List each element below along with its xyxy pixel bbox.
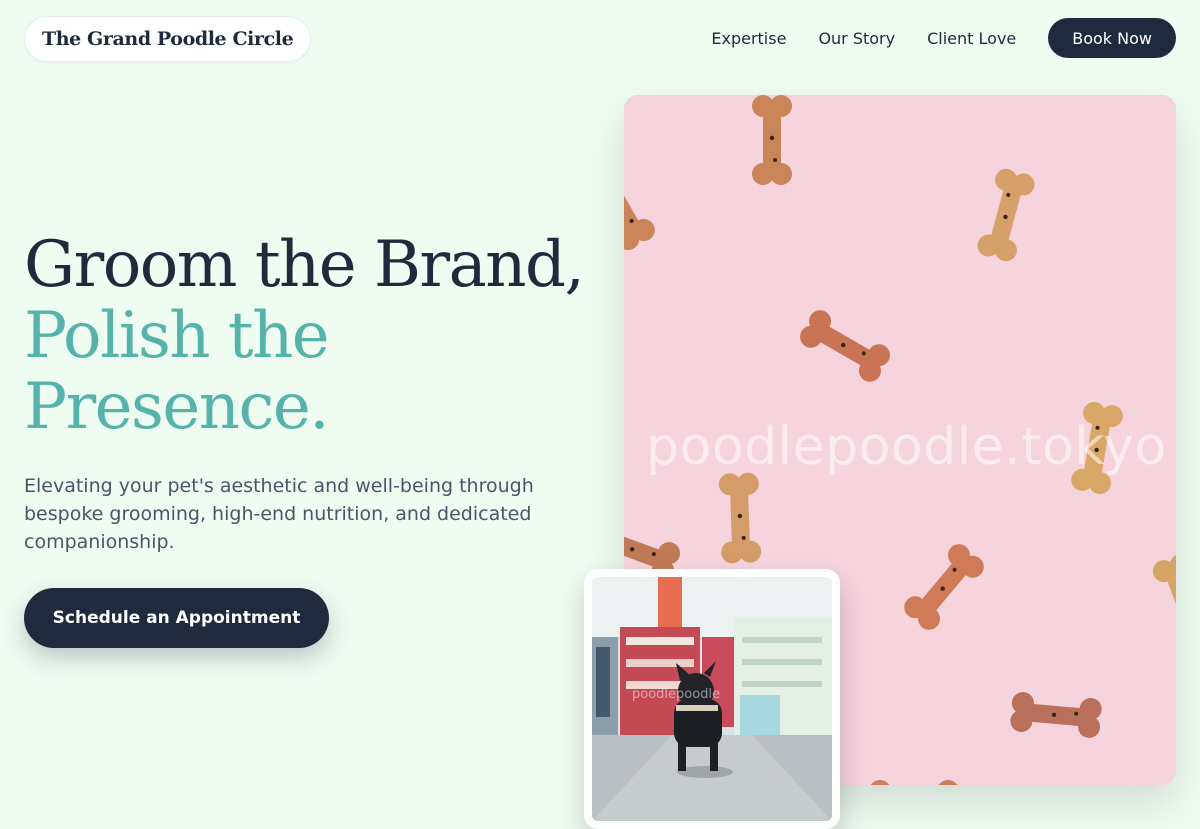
- card-watermark: poodlepoodle: [632, 687, 721, 702]
- nav-link-expertise[interactable]: Expertise: [711, 29, 786, 48]
- photo-watermark: poodlepoodle.tokyo: [646, 417, 1167, 477]
- book-now-button[interactable]: Book Now: [1048, 18, 1176, 58]
- nav-link-client-love[interactable]: Client Love: [927, 29, 1016, 48]
- schedule-appointment-button[interactable]: Schedule an Appointment: [24, 588, 329, 648]
- hero-title: Groom the Brand, Polish the Presence.: [24, 228, 585, 444]
- dog-in-store-photo: poodlepoodle: [592, 577, 832, 821]
- hero-title-line2: Polish the: [24, 299, 330, 373]
- hero-title-line3: Presence.: [24, 370, 330, 444]
- hero-description: Elevating your pet's aesthetic and well-…: [24, 475, 534, 553]
- brand-logo[interactable]: The Grand Poodle Circle: [24, 16, 312, 62]
- main-nav: Expertise Our Story Client Love Book Now: [711, 18, 1176, 58]
- hero-title-line1: Groom the Brand,: [24, 228, 585, 302]
- dog-in-store-photo-card: poodlepoodle: [584, 569, 840, 829]
- nav-link-our-story[interactable]: Our Story: [818, 29, 895, 48]
